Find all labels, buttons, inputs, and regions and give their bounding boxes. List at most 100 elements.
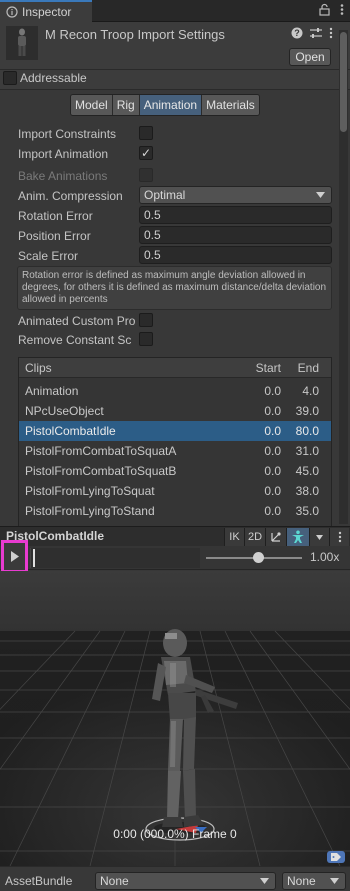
assetbundle-value: None [100,874,129,888]
clip-row[interactable]: PistolFromCombatToSquatA 0.0 31.0 [19,441,331,461]
bake-animations-label: Bake Animations [18,169,108,183]
timeline-track[interactable] [30,548,200,568]
chevron-down-icon [260,878,269,884]
preview-menu-button[interactable] [329,528,350,546]
anim-compression-dropdown[interactable]: Optimal [139,186,332,204]
addressable-label: Addressable [20,71,87,85]
frame-readout: 0:00 (000.0%) Frame 0 [113,827,237,841]
clip-name: PistolFromCombatToSquatA [25,444,177,458]
clips-header-start: Start [255,360,281,375]
tab-model[interactable]: Model [71,95,113,115]
kebab-menu-icon[interactable] [329,27,333,39]
assetbundle-label: AssetBundle [5,874,73,888]
clip-end: 38.0 [295,484,319,498]
chevron-down-icon [316,534,324,540]
speed-value: 1.00x [310,550,340,564]
clip-start: 0.0 [264,464,281,478]
inspector-tab-label: Inspector [22,5,72,19]
error-help-box: Rotation error is defined as maximum ang… [17,266,332,310]
play-icon [10,551,19,562]
asset-label-icon [331,853,341,861]
clip-row[interactable]: PistolFromLyingToSquat 0.0 38.0 [19,481,331,501]
anim-compression-value: Optimal [144,188,186,202]
clip-start: 0.0 [264,444,281,458]
anim-compression-label: Anim. Compression [18,189,123,203]
inspector-tabbar: Inspector [0,0,350,22]
kebab-menu-icon[interactable] [340,3,344,16]
clip-start: 0.0 [264,384,281,398]
clip-name: PistolCombatIdle [25,424,116,438]
addressable-checkbox[interactable] [3,71,17,85]
avatar-body-icon [292,530,305,543]
clip-end: 31.0 [295,444,319,458]
scale-error-field[interactable]: 0.5 [139,246,332,264]
import-constraints-checkbox[interactable] [139,126,153,140]
animated-custom-properties-label: Animated Custom Pro [18,314,136,328]
assetbundle-dropdown[interactable]: None [95,872,276,890]
avatar-dropdown[interactable] [309,528,330,546]
clip-end: 45.0 [295,464,319,478]
clip-name: NPcUseObject [25,404,104,418]
assetbundle-variant-dropdown[interactable]: None [282,872,346,890]
clip-name: PistolFromLyingToSquat [25,484,155,498]
2d-toggle[interactable]: 2D [244,528,266,546]
preview-header: PistolCombatIdle IK 2D [0,526,350,546]
open-button[interactable]: Open [289,48,331,66]
clips-header: Clips Start End [19,358,331,378]
checkmark-icon: ✓ [140,146,152,160]
tab-animation[interactable]: Animation [139,95,203,115]
position-error-label: Position Error [18,229,91,243]
kebab-menu-icon [338,531,341,543]
ik-toggle[interactable]: IK [224,528,244,546]
clip-start: 0.0 [264,424,281,438]
timeline-playhead[interactable] [33,549,35,567]
svg-text:?: ? [294,28,300,38]
tab-materials[interactable]: Materials [202,95,259,115]
lock-icon[interactable] [319,3,330,16]
inspector-scrollbar-thumb[interactable] [340,32,347,132]
tab-rig[interactable]: Rig [112,95,140,115]
play-button[interactable] [1,540,28,573]
clip-row[interactable]: NPcUseObject 0.0 39.0 [19,401,331,421]
preview-scene [0,571,350,866]
clips-list: Clips Start End Animation 0.0 4.0 NPcUse… [18,357,332,527]
scale-error-label: Scale Error [18,249,79,263]
clip-end: 4.0 [302,384,319,398]
import-animation-checkbox[interactable]: ✓ [139,146,153,160]
clip-end: 39.0 [295,404,319,418]
asset-title: M Recon Troop Import Settings [45,27,225,42]
import-constraints-label: Import Constraints [18,127,117,141]
remove-constant-scale-checkbox[interactable] [139,332,153,346]
clip-start: 0.0 [264,484,281,498]
clip-row[interactable]: Animation 0.0 4.0 [19,381,331,401]
inspector-tab[interactable]: Inspector [0,0,92,22]
bake-animations-checkbox [139,168,153,182]
clip-name: PistolFromCombatToSquatB [25,464,177,478]
preset-sliders-icon[interactable] [309,27,323,39]
clip-row[interactable]: PistolFromLyingToStand 0.0 35.0 [19,501,331,521]
pivot-toggle[interactable] [265,528,287,546]
animation-preview-viewport[interactable]: 0:00 (000.0%) Frame 0 [0,571,350,866]
rotation-error-field[interactable]: 0.5 [139,206,332,224]
animated-custom-properties-checkbox[interactable] [139,313,153,327]
import-tabs: Model Rig Animation Materials [70,94,260,116]
clip-end: 35.0 [295,504,319,518]
import-animation-label: Import Animation [18,147,109,161]
clip-row[interactable]: PistolFromCombatToSquatB 0.0 45.0 [19,461,331,481]
clip-start: 0.0 [264,404,281,418]
clips-header-end: End [297,360,319,375]
clip-start: 0.0 [264,504,281,518]
asset-label-button[interactable] [327,851,345,863]
chevron-down-icon [316,192,325,198]
rotation-error-label: Rotation Error [18,209,93,223]
position-error-field[interactable]: 0.5 [139,226,332,244]
assetbundle-variant-value: None [287,874,316,888]
model-thumbnail-icon [18,28,26,56]
speed-slider-handle[interactable] [253,552,265,563]
remove-constant-scale-label: Remove Constant Sc [18,333,132,347]
clip-row-selected[interactable]: PistolCombatIdle 0.0 80.0 [19,421,331,441]
chevron-down-icon [330,878,339,884]
avatar-toggle[interactable] [286,528,310,546]
info-icon [6,6,18,18]
help-icon[interactable]: ? [291,27,303,39]
